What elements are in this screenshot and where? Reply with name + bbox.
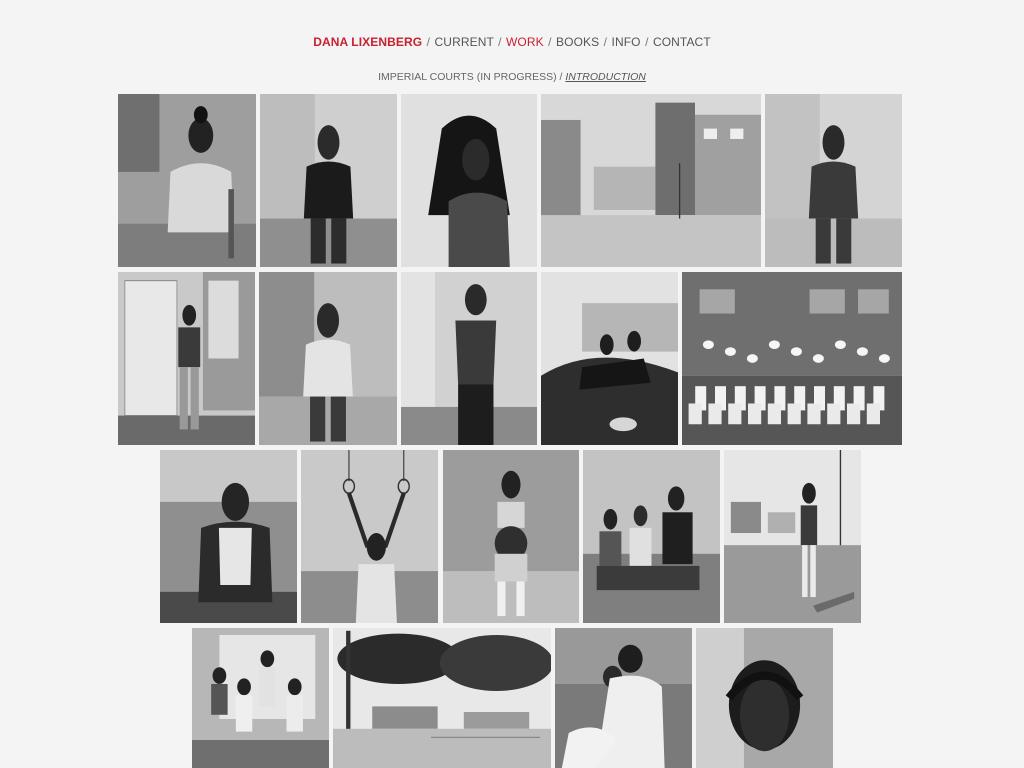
photo-pregnant-woman[interactable] [443, 450, 579, 623]
photo-shirtless-young-man[interactable] [401, 272, 537, 445]
photo-woman-at-doorway[interactable] [118, 272, 255, 445]
photo-man-standing-dark-shirt[interactable] [260, 94, 397, 267]
photo-woman-on-phone[interactable] [160, 450, 297, 623]
photo-grid [0, 0, 1024, 768]
photo-group-of-men[interactable] [192, 628, 329, 768]
photo-woman-seated-chair[interactable] [118, 94, 256, 267]
photo-girl-in-street[interactable] [724, 450, 861, 623]
photo-young-woman-closeup[interactable] [696, 628, 833, 768]
photo-girl-track-jacket[interactable] [765, 94, 902, 267]
photo-mother-and-child[interactable] [555, 628, 692, 768]
photo-woman-long-braids[interactable] [401, 94, 537, 267]
photo-three-boys-seated[interactable] [583, 450, 720, 623]
photo-party-tables-balloons[interactable] [682, 272, 902, 445]
photo-woman-on-rings[interactable] [301, 450, 438, 623]
photo-two-girls-on-car[interactable] [541, 272, 678, 445]
photo-housing-courtyard[interactable] [541, 94, 761, 267]
photo-girl-with-braids[interactable] [259, 272, 397, 445]
photo-trees-and-court[interactable] [333, 628, 551, 768]
